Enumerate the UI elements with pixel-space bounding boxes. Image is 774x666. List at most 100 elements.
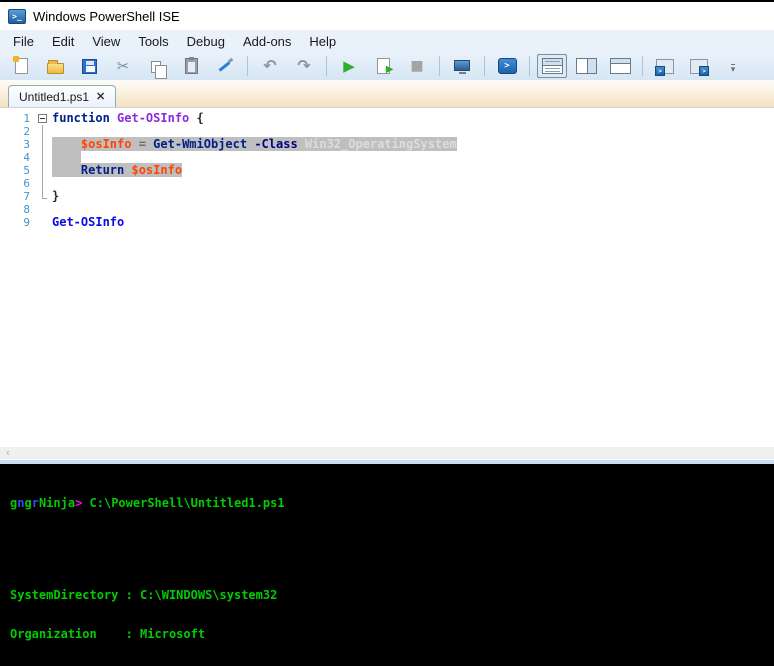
show-script-pane-maximized-button[interactable] (605, 54, 635, 78)
toolbar-overflow-button[interactable]: ▾ (718, 54, 748, 78)
clear-wand-icon (216, 57, 234, 75)
stop-square-icon: ■ (410, 59, 423, 73)
keyword-token: function (52, 111, 117, 125)
console-prompt-line: gngrNinja> C:\PowerShell\Untitled1.ps1 (10, 497, 774, 510)
script-pane-right-icon (576, 58, 597, 74)
toolbar-separator (439, 56, 440, 76)
output-line: Organization : Microsoft (10, 628, 774, 641)
new-file-icon (15, 58, 28, 74)
menu-bar: File Edit View Tools Debug Add-ons Help (0, 30, 774, 52)
close-icon[interactable]: ✕ (96, 90, 105, 103)
variable-token: $osInfo (131, 163, 182, 177)
toolbar-separator (529, 56, 530, 76)
run-selection-icon (377, 58, 390, 74)
toolbar-separator (642, 56, 643, 76)
run-script-button[interactable]: ▶ (334, 54, 364, 78)
tab-strip: Untitled1.ps1 ✕ (0, 80, 774, 107)
code-line-9: 9 Get-OSInfo (0, 216, 774, 229)
console-pane[interactable]: gngrNinja> C:\PowerShell\Untitled1.ps1 S… (0, 464, 774, 666)
undo-button[interactable]: ↶ (255, 54, 285, 78)
console-output: SystemDirectory : C:\WINDOWS\system32 Or… (10, 563, 774, 666)
menu-file[interactable]: File (4, 32, 43, 51)
run-selection-button[interactable] (368, 54, 398, 78)
code-line-6: 6 (0, 177, 774, 190)
show-command-window-button[interactable]: > (650, 54, 680, 78)
script-pane-top-icon (542, 58, 563, 74)
line-number: 4 (0, 151, 38, 164)
variable-token: $osInfo (81, 137, 132, 151)
brace-token: { (189, 111, 203, 125)
menu-edit[interactable]: Edit (43, 32, 83, 51)
menu-addons[interactable]: Add-ons (234, 32, 300, 51)
save-script-button[interactable] (74, 54, 104, 78)
undo-icon: ↶ (263, 59, 276, 73)
tab-untitled1[interactable]: Untitled1.ps1 ✕ (8, 85, 116, 107)
line-number: 5 (0, 164, 38, 177)
fold-collapse-icon[interactable] (38, 114, 47, 123)
toolbar: ✂ ↶ ↷ ▶ ■ > > > ▾ (0, 52, 774, 80)
line-number: 2 (0, 125, 38, 138)
copy-button[interactable] (142, 54, 172, 78)
menu-debug[interactable]: Debug (178, 32, 234, 51)
argument-token: Win32_OperatingSystem (305, 137, 457, 151)
editor-horizontal-scrollbar[interactable]: ‹ (0, 447, 774, 459)
code-line-1: 1 function Get-OSInfo { (0, 112, 774, 125)
toolbar-separator (326, 56, 327, 76)
save-floppy-icon (82, 59, 97, 74)
stop-operation-button[interactable]: ■ (402, 54, 432, 78)
scroll-left-icon[interactable]: ‹ (0, 447, 16, 459)
output-line: SystemDirectory : C:\WINDOWS\system32 (10, 589, 774, 602)
clear-console-button[interactable] (210, 54, 240, 78)
chevron-down-icon: ▾ (731, 64, 736, 74)
menu-tools[interactable]: Tools (129, 32, 177, 51)
cut-button[interactable]: ✂ (108, 54, 138, 78)
ps-badge-icon: > (699, 66, 709, 76)
code-line-7: 7 } (0, 190, 774, 203)
line-number: 9 (0, 216, 38, 229)
script-editor[interactable]: 1 function Get-OSInfo { 2 3 $osInfo = Ge… (0, 107, 774, 447)
line-number: 1 (0, 112, 38, 125)
new-remote-powershell-tab-button[interactable] (447, 54, 477, 78)
open-folder-icon (47, 63, 64, 74)
powershell-ise-window: >_ Windows PowerShell ISE File Edit View… (0, 0, 774, 666)
selected-text: $osInfo = Get-WmiObject -Class Win32_Ope… (52, 137, 457, 151)
redo-icon: ↷ (297, 59, 310, 73)
title-bar[interactable]: >_ Windows PowerShell ISE (0, 2, 774, 30)
toolbar-separator (247, 56, 248, 76)
redo-button[interactable]: ↷ (289, 54, 319, 78)
powershell-console-icon: > (498, 58, 517, 74)
brace-token: } (52, 189, 59, 203)
show-script-pane-top-button[interactable] (537, 54, 567, 78)
code-line-5: 5 Return $osInfo (0, 164, 774, 177)
command-window-icon: > (656, 59, 674, 74)
run-play-icon: ▶ (343, 59, 355, 74)
line-number: 3 (0, 138, 38, 151)
new-script-button[interactable] (6, 54, 36, 78)
keyword-token: Return (81, 163, 132, 177)
open-script-button[interactable] (40, 54, 70, 78)
cmdlet-token: Get-WmiObject (153, 137, 247, 151)
paste-button[interactable] (176, 54, 206, 78)
line-number: 6 (0, 177, 38, 190)
script-pane-maximized-icon (610, 58, 631, 74)
new-powershell-tab-button[interactable]: > (684, 54, 714, 78)
line-number: 8 (0, 203, 38, 216)
powershell-app-icon: >_ (8, 9, 26, 24)
ps-badge-icon: > (655, 66, 665, 76)
menu-view[interactable]: View (83, 32, 129, 51)
function-name-token: Get-OSInfo (117, 111, 189, 125)
command-token: Get-OSInfo (52, 215, 124, 229)
toolbar-separator (484, 56, 485, 76)
powershell-tab-icon: > (690, 59, 708, 74)
line-number: 7 (0, 190, 38, 203)
show-script-pane-right-button[interactable] (571, 54, 601, 78)
operator-token: = (131, 137, 153, 151)
selected-text (52, 150, 81, 164)
window-title: Windows PowerShell ISE (33, 9, 180, 24)
menu-help[interactable]: Help (300, 32, 345, 51)
scissors-icon: ✂ (117, 57, 130, 75)
tab-label: Untitled1.ps1 (19, 90, 89, 104)
start-powershell-button[interactable]: > (492, 54, 522, 78)
copy-icon (151, 61, 161, 73)
selected-text: Return $osInfo (52, 163, 182, 177)
